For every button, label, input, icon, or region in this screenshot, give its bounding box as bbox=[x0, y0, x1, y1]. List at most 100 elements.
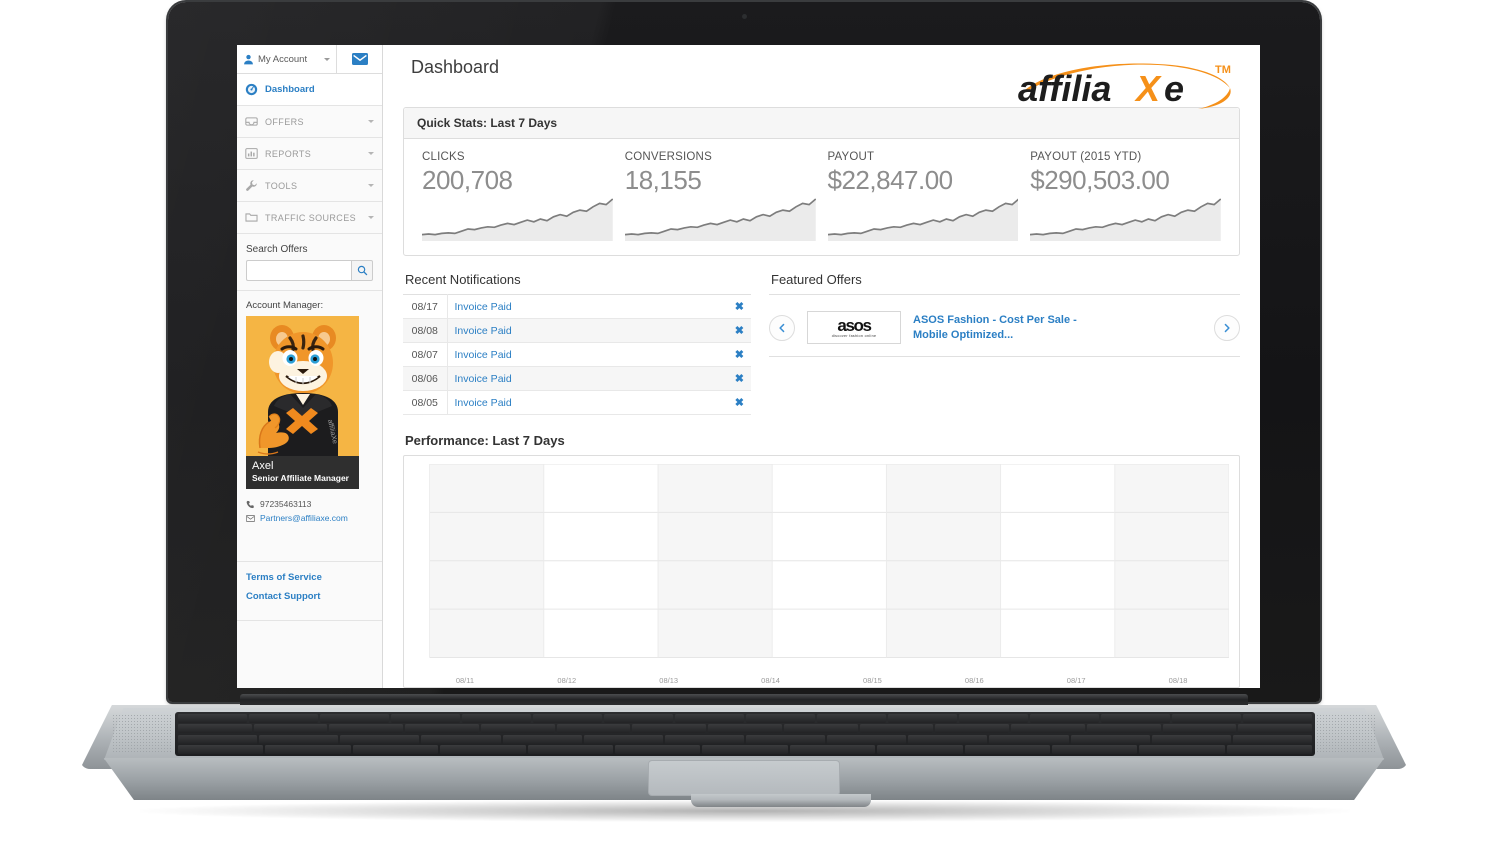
notification-dismiss-cell: ✖ bbox=[728, 343, 751, 367]
offer-name-link[interactable]: ASOS Fashion - Cost Per Sale - Mobile Op… bbox=[913, 313, 1083, 343]
inbox-icon bbox=[245, 115, 258, 128]
keyboard-key bbox=[259, 734, 339, 744]
email-link[interactable]: Partners@affiliaxe.com bbox=[260, 513, 348, 523]
keyboard-key bbox=[178, 744, 264, 754]
speaker-grill-left bbox=[112, 714, 172, 754]
notification-link[interactable]: Invoice Paid bbox=[455, 397, 512, 409]
sidebar-item-label: OFFERS bbox=[265, 116, 304, 127]
stat-label: CLICKS bbox=[422, 151, 465, 163]
email-row: Partners@affiliaxe.com bbox=[246, 513, 373, 523]
keyboard-key bbox=[877, 744, 963, 754]
chevron-right-icon bbox=[1222, 323, 1232, 333]
notification-link[interactable]: Invoice Paid bbox=[455, 325, 512, 337]
keyboard-key bbox=[1151, 734, 1231, 744]
chart-x-axis-labels: 08/11 08/12 08/13 08/14 08/15 08/16 08/17 08/18 bbox=[414, 676, 1229, 685]
close-icon[interactable]: ✖ bbox=[735, 325, 744, 337]
notification-message: Invoice Paid bbox=[447, 343, 728, 367]
keyboard-key bbox=[1101, 714, 1170, 723]
search-icon bbox=[357, 265, 368, 276]
webcam-icon bbox=[741, 14, 747, 19]
keyboard-key bbox=[1172, 714, 1241, 723]
quick-stats-title: Quick Stats: Last 7 Days bbox=[404, 108, 1239, 139]
wrench-icon bbox=[245, 179, 258, 192]
notification-link[interactable]: Invoice Paid bbox=[455, 301, 512, 313]
notification-date: 08/08 bbox=[403, 318, 448, 343]
offer-logo-tagline: discover fashion online bbox=[831, 333, 877, 338]
keyboard-key bbox=[614, 744, 701, 754]
speaker-grill-right bbox=[1316, 714, 1376, 754]
chart-x-tick: 08/15 bbox=[863, 676, 882, 685]
keyboard-key bbox=[527, 744, 613, 754]
sidebar-item-tools[interactable]: TOOLS bbox=[237, 170, 382, 202]
sidebar-item-offers[interactable]: OFFERS bbox=[237, 106, 382, 138]
envelope-icon bbox=[246, 514, 255, 523]
contact-support-link[interactable]: Contact Support bbox=[246, 591, 373, 602]
phone-icon bbox=[246, 500, 255, 509]
account-manager-role: Senior Affiliate Manager bbox=[252, 473, 349, 483]
keyboard-key bbox=[1070, 734, 1150, 744]
carousel-prev-button[interactable] bbox=[769, 314, 795, 341]
search-button[interactable] bbox=[351, 260, 373, 281]
close-icon[interactable]: ✖ bbox=[735, 301, 744, 313]
offer-logo-text: asos bbox=[837, 315, 872, 335]
notifications-title: Recent Notifications bbox=[405, 272, 521, 287]
notification-link[interactable]: Invoice Paid bbox=[455, 373, 512, 385]
phone-number: 97235463113 bbox=[260, 499, 312, 509]
close-icon[interactable]: ✖ bbox=[735, 349, 744, 361]
sparkline-chart bbox=[1030, 197, 1221, 241]
keyboard-key bbox=[421, 734, 501, 744]
svg-text:TM: TM bbox=[1215, 64, 1231, 76]
search-input[interactable] bbox=[246, 260, 351, 281]
keyboard-key bbox=[329, 724, 404, 734]
keyboard-row bbox=[178, 724, 1313, 734]
keyboard-key bbox=[352, 744, 439, 754]
notification-date: 08/05 bbox=[403, 390, 448, 415]
sidebar-item-dashboard[interactable]: Dashboard bbox=[237, 74, 382, 106]
keyboard-key bbox=[462, 714, 531, 723]
performance-section: Performance: Last 7 Days 08/11 08/12 08/13… bbox=[403, 433, 1240, 688]
keyboard-key bbox=[935, 724, 1010, 734]
offer-logo: asos discover fashion online bbox=[807, 311, 901, 344]
laptop-mockup: My Account Dashboard OFFERS REPORTS TOOL… bbox=[0, 0, 1488, 843]
carousel-next-button[interactable] bbox=[1214, 314, 1240, 341]
featured-offer-carousel: asos discover fashion online ASOS Fashio… bbox=[769, 294, 1240, 357]
sidebar-item-traffic-sources[interactable]: TRAFFIC SOURCES bbox=[237, 202, 382, 234]
quick-stats-panel: Quick Stats: Last 7 Days CLICKS 200,708 … bbox=[403, 107, 1240, 256]
gauge-icon bbox=[245, 83, 258, 96]
messages-button[interactable] bbox=[337, 45, 382, 73]
chevron-down-icon bbox=[368, 216, 374, 219]
quick-stats-row: CLICKS 200,708 CONVERSIONS 18,155 PAYOUT… bbox=[404, 139, 1239, 255]
sidebar-item-reports[interactable]: REPORTS bbox=[237, 138, 382, 170]
keyboard-key bbox=[1030, 714, 1099, 723]
chart-x-tick: 08/11 bbox=[455, 676, 475, 685]
svg-text:affilia: affilia bbox=[1018, 68, 1111, 109]
keyboard-key bbox=[249, 714, 318, 723]
sidebar-item-label: REPORTS bbox=[265, 148, 312, 159]
phone-row: 97235463113 bbox=[246, 499, 373, 509]
search-offers-label: Search Offers bbox=[246, 244, 308, 255]
close-icon[interactable]: ✖ bbox=[735, 397, 744, 409]
account-manager-section: Account Manager: affiliaXe Axel Senior A… bbox=[237, 291, 382, 493]
my-account-label: My Account bbox=[258, 53, 308, 65]
keyboard-key bbox=[675, 714, 744, 723]
svg-text:X: X bbox=[1134, 68, 1162, 109]
stat-card: CLICKS 200,708 bbox=[416, 151, 619, 241]
keyboard-key bbox=[440, 744, 526, 754]
account-manager-name: Axel bbox=[252, 460, 274, 472]
keyboard-key bbox=[745, 734, 826, 744]
sparkline-chart bbox=[422, 197, 613, 241]
keyboard-key bbox=[405, 724, 479, 734]
terms-of-service-link[interactable]: Terms of Service bbox=[246, 572, 373, 583]
keyboard-key bbox=[178, 734, 258, 744]
my-account-button[interactable]: My Account bbox=[237, 45, 337, 73]
chart-x-tick: 08/16 bbox=[964, 676, 984, 685]
keyboard-key bbox=[1238, 724, 1313, 734]
keyboard-key bbox=[178, 724, 252, 734]
notification-link[interactable]: Invoice Paid bbox=[455, 349, 512, 361]
page-header: Dashboard affilia X e TM bbox=[403, 45, 1240, 109]
keyboard-key bbox=[1051, 744, 1138, 754]
performance-title: Performance: Last 7 Days bbox=[405, 433, 565, 448]
notification-message: Invoice Paid bbox=[447, 391, 728, 415]
keyboard-key bbox=[964, 744, 1050, 754]
close-icon[interactable]: ✖ bbox=[735, 373, 744, 385]
